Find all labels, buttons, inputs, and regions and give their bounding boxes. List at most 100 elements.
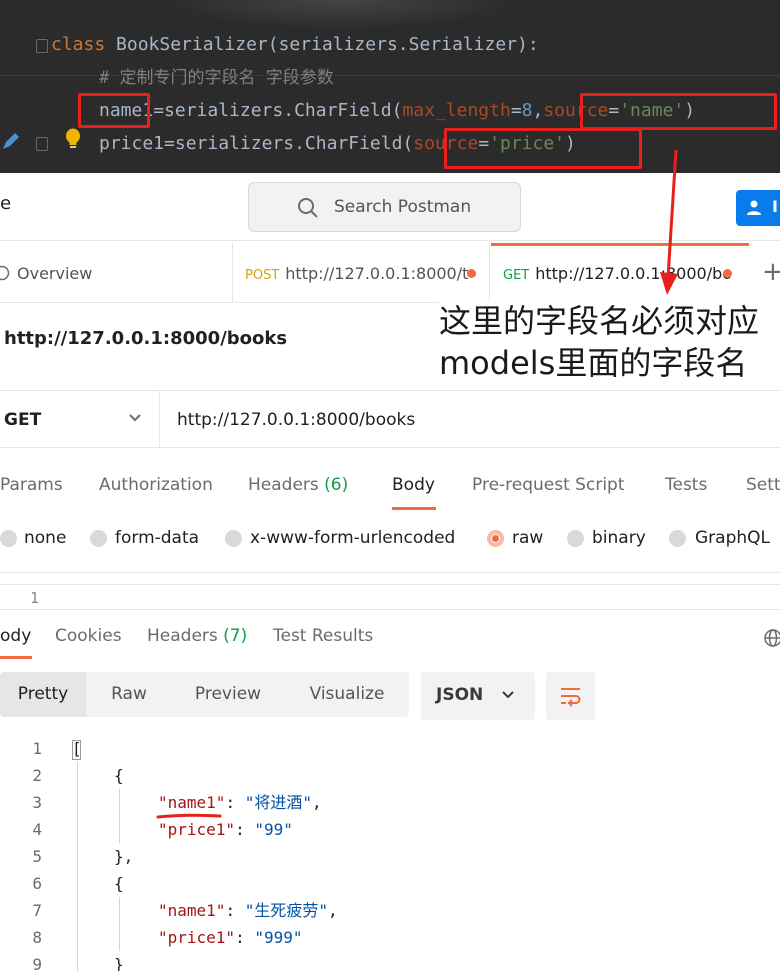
line-number: 5 (32, 847, 42, 866)
active-tab-indicator (392, 507, 436, 510)
tab-authorization[interactable]: Authorization (99, 475, 213, 495)
line-number: 6 (32, 874, 42, 893)
radio-urlencoded[interactable] (225, 530, 242, 547)
line-number: 2 (32, 766, 42, 785)
radio-binary-label[interactable]: binary (592, 528, 646, 548)
class-declaration: BookSerializer(serializers.Serializer): (105, 34, 539, 55)
method-get-badge: GET (503, 268, 530, 283)
json-value: "将进酒" (244, 793, 312, 812)
radio-raw-label[interactable]: raw (512, 528, 543, 548)
json-key-name1: "name1" (158, 793, 226, 812)
line-number: 7 (32, 901, 42, 920)
workspace-name[interactable]: e (0, 193, 11, 214)
json-value: "999" (254, 928, 303, 947)
response-tabs: ody Cookies Headers (7) Test Results (0, 620, 780, 660)
globe-icon[interactable] (763, 628, 780, 648)
code-text: } (114, 955, 124, 971)
num-value: 8 (521, 100, 533, 121)
editor-line-number: 1 (30, 589, 40, 607)
tab-tests[interactable]: Tests (665, 475, 707, 495)
view-mode-raw[interactable]: Raw (86, 672, 172, 717)
body-type-radios: none form-data x-www-form-urlencoded raw… (0, 524, 780, 556)
method-value: GET (4, 410, 42, 430)
editor-divider (0, 572, 780, 584)
new-tab-button[interactable]: + (762, 257, 780, 287)
tab-post-request[interactable]: POST http://127.0.0.1:8000/t (232, 243, 490, 303)
invite-label: I (772, 197, 778, 216)
chevron-down-icon (129, 414, 141, 422)
annotation-note: 这里的字段名必须对应models里面的字段名 (439, 300, 779, 384)
annotation-box-name1 (78, 93, 150, 128)
charfield-call: =serializers.CharField( (153, 100, 403, 121)
code-text: { (114, 766, 124, 785)
code-text: [ (72, 739, 82, 758)
method-select[interactable]: GET (0, 391, 160, 449)
radio-graphql[interactable] (669, 530, 686, 547)
unsaved-dot (467, 269, 476, 278)
indent-guide (119, 897, 120, 951)
tab-body[interactable]: Body (392, 475, 435, 495)
code-text: }, (114, 847, 134, 866)
url-bar: GET http://127.0.0.1:8000/books (0, 390, 780, 449)
response-tab-cookies[interactable]: Cookies (55, 626, 122, 646)
radio-graphql-label[interactable]: GraphQL (695, 528, 770, 548)
tab-get-request[interactable]: GET http://127.0.0.1:8000/bo (491, 243, 749, 303)
tab-post-url: http://127.0.0.1:8000/t (285, 264, 469, 283)
search-icon (298, 198, 318, 218)
line-number: 4 (32, 820, 42, 839)
response-body-viewer[interactable]: 1[ 2{ 3 "name1": "将进酒", 4 "price1": "99" 5… (0, 735, 780, 971)
param-max-length: max_length (402, 100, 511, 121)
radio-none-label[interactable]: none (24, 528, 66, 548)
chevron-down-icon (502, 691, 514, 699)
request-body-editor[interactable]: 1 (0, 584, 780, 610)
wrap-lines-button[interactable] (546, 672, 595, 720)
tab-headers[interactable]: Headers (6) (248, 475, 348, 495)
radio-none[interactable] (0, 530, 17, 547)
json-key-price1: "price1" (158, 928, 236, 947)
annotation-arrow (660, 150, 678, 295)
response-headers-label: Headers (147, 626, 218, 646)
response-tab-body[interactable]: ody (0, 626, 31, 646)
format-value: JSON (436, 685, 484, 705)
code-comment: # 定制专门的字段名 字段参数 (99, 68, 334, 88)
lightbulb-icon[interactable] (64, 128, 82, 150)
fold-marker-icon[interactable] (36, 39, 48, 53)
json-value: "生死疲劳" (244, 901, 328, 920)
background-glow (160, 0, 520, 30)
view-mode-visualize[interactable]: Visualize (292, 672, 402, 717)
tab-prerequest-script[interactable]: Pre-request Script (472, 475, 625, 495)
unsaved-dot (723, 269, 732, 278)
method-post-badge: POST (245, 268, 280, 283)
view-mode-pretty[interactable]: Pretty (0, 672, 86, 717)
url-input[interactable]: http://127.0.0.1:8000/books (177, 410, 415, 430)
radio-form-data-label[interactable]: form-data (115, 528, 199, 548)
active-response-tab-indicator (0, 656, 32, 659)
headers-count: (6) (324, 475, 349, 495)
tab-settings[interactable]: Sett (746, 475, 780, 495)
radio-raw[interactable] (487, 530, 504, 547)
search-placeholder: Search Postman (334, 197, 472, 217)
comma: , (532, 100, 544, 121)
fold-marker-icon[interactable] (36, 137, 48, 151)
annotation-box-source-price (444, 128, 642, 169)
view-mode-preview[interactable]: Preview (180, 672, 276, 717)
charfield-call: =serializers.CharField( (164, 133, 414, 154)
json-key-name1: "name1" (158, 901, 226, 920)
view-mode-segmented: Pretty Raw Preview Visualize (0, 672, 409, 717)
edit-pen-icon[interactable] (0, 130, 22, 152)
format-select[interactable]: JSON (421, 672, 535, 720)
line-number: 1 (32, 739, 42, 758)
radio-binary[interactable] (567, 530, 584, 547)
tab-params[interactable]: Params (0, 475, 63, 495)
annotation-box-source-name (580, 93, 777, 130)
radio-urlencoded-label[interactable]: x-www-form-urlencoded (250, 528, 455, 548)
invite-button[interactable]: I (736, 190, 780, 226)
search-input[interactable]: Search Postman (248, 182, 521, 232)
request-title[interactable]: http://127.0.0.1:8000/books (4, 328, 287, 349)
tab-overview[interactable]: Overview (0, 243, 230, 303)
radio-form-data[interactable] (90, 530, 107, 547)
response-tab-test-results[interactable]: Test Results (273, 626, 373, 646)
json-key-price1: "price1" (158, 820, 236, 839)
response-tab-headers[interactable]: Headers (7) (147, 626, 247, 646)
code-text: { (114, 874, 124, 893)
